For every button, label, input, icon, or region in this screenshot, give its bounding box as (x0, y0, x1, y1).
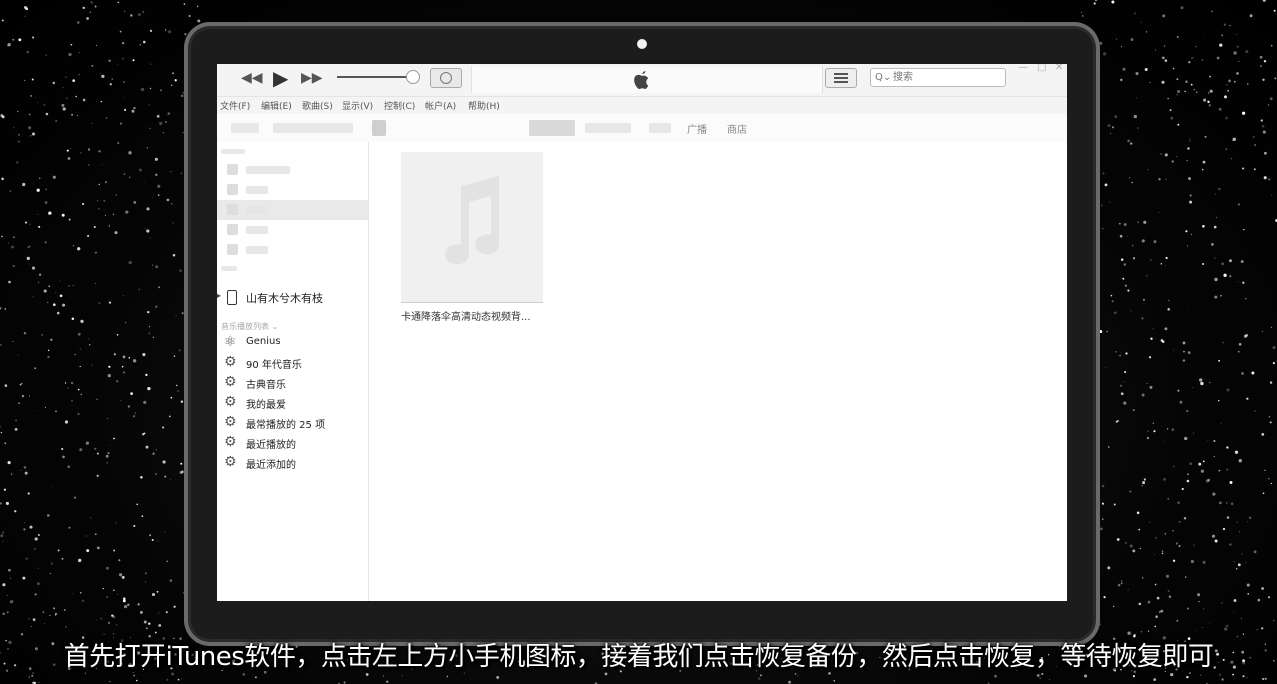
menu-song[interactable]: 歌曲(S) (302, 99, 333, 112)
laptop-frame: ◀◀ ▶ ▶▶ Q⌄ 搜索 — □ ✕ 文件(F) 编辑(E) 歌曲(S) 显示… (184, 22, 1100, 646)
airplay-button[interactable] (430, 68, 462, 88)
sidebar-item-device[interactable]: ▸ 山有木兮木有枝 (217, 288, 368, 308)
gear-icon: ⚙ (224, 374, 237, 390)
volume-slider[interactable] (337, 76, 411, 78)
gear-icon: ⚙ (224, 354, 237, 370)
apple-logo-icon (634, 71, 649, 90)
sidebar-item-favorites[interactable]: ⚙ 我的最爱 (217, 394, 368, 414)
menu-account[interactable]: 帐户(A) (425, 99, 456, 112)
search-field[interactable]: Q⌄ 搜索 (870, 68, 1006, 87)
sidebar-item-genius[interactable]: ⚛ Genius (217, 334, 368, 354)
playlists-section-header[interactable]: 音乐播放列表 ⌄ (221, 321, 278, 332)
menu-file[interactable]: 文件(F) (220, 99, 250, 112)
media-kind-selector[interactable] (273, 123, 353, 133)
sidebar-item-albums[interactable] (217, 200, 368, 220)
artist-icon (227, 184, 238, 195)
sidebar-item-recently-added-playlist[interactable]: ⚙ 最近添加的 (217, 454, 368, 474)
menu-controls[interactable]: 控制(C) (384, 99, 415, 112)
iphone-icon (227, 290, 237, 305)
tab-browse[interactable] (649, 123, 671, 133)
search-icon: Q⌄ (875, 72, 892, 83)
recent-icon (227, 164, 238, 175)
gear-icon: ⚙ (224, 454, 237, 470)
up-next-list-button[interactable] (825, 68, 857, 88)
gear-icon: ⚙ (224, 394, 237, 410)
genre-icon (227, 244, 238, 255)
tab-store[interactable]: 商店 (727, 121, 747, 136)
music-note-icon (227, 224, 238, 235)
webcam (637, 39, 647, 49)
menu-view[interactable]: 显示(V) (342, 99, 373, 112)
gear-icon: ⚙ (224, 434, 237, 450)
navigation-bar: 广播 商店 (217, 114, 1067, 142)
minimize-icon[interactable]: — (1018, 64, 1028, 73)
sidebar-item-recently-played[interactable]: ⚙ 最近播放的 (217, 434, 368, 454)
close-icon[interactable]: ✕ (1055, 64, 1063, 73)
maximize-icon[interactable]: □ (1037, 64, 1046, 73)
sidebar-item-recently-added[interactable] (217, 160, 368, 180)
airplay-icon (440, 72, 452, 84)
volume-knob[interactable] (406, 70, 420, 84)
disclosure-arrow-icon[interactable]: ▸ (217, 291, 221, 300)
next-track-button[interactable]: ▶▶ (301, 70, 323, 86)
sidebar-item-songs[interactable] (217, 220, 368, 240)
sidebar-item-90s-music[interactable]: ⚙ 90 年代音乐 (217, 354, 368, 374)
play-button[interactable]: ▶ (273, 67, 288, 89)
device-name: 山有木兮木有枝 (246, 292, 323, 305)
album-title[interactable]: 卡通降落伞高清动态视频背... (401, 308, 531, 323)
genius-atom-icon: ⚛ (224, 334, 237, 350)
album-icon (227, 204, 238, 215)
menu-edit[interactable]: 编辑(E) (261, 99, 292, 112)
tab-for-you[interactable] (585, 123, 631, 133)
itunes-window: ◀◀ ▶ ▶▶ Q⌄ 搜索 — □ ✕ 文件(F) 编辑(E) 歌曲(S) 显示… (217, 64, 1067, 601)
list-icon (834, 73, 848, 75)
sidebar-item-genres[interactable] (217, 240, 368, 260)
gear-icon: ⚙ (224, 414, 237, 430)
player-toolbar: ◀◀ ▶ ▶▶ Q⌄ 搜索 — □ ✕ (217, 64, 1067, 96)
video-subtitle: 首先打开iTunes软件，点击左上方小手机图标，接着我们点击恢复备份，然后点击恢… (63, 642, 1214, 672)
album-artwork[interactable] (401, 152, 543, 303)
tab-library[interactable] (529, 120, 575, 136)
menu-bar: 文件(F) 编辑(E) 歌曲(S) 显示(V) 控制(C) 帐户(A) 帮助(H… (217, 96, 1067, 115)
music-note-icon (445, 176, 500, 265)
sidebar-item-top-25[interactable]: ⚙ 最常播放的 25 项 (217, 414, 368, 434)
sidebar-item-classical[interactable]: ⚙ 古典音乐 (217, 374, 368, 394)
device-icon[interactable] (372, 120, 386, 136)
previous-track-button[interactable]: ◀◀ (241, 70, 263, 86)
menu-help[interactable]: 帮助(H) (468, 99, 500, 112)
sidebar: ▸ 山有木兮木有枝 音乐播放列表 ⌄ ⚛ Genius ⚙ 90 年代音乐 ⚙ … (217, 142, 369, 601)
tab-radio[interactable]: 广播 (687, 121, 707, 136)
devices-section-header (221, 266, 237, 271)
library-section-header (221, 149, 245, 154)
back-forward-buttons[interactable] (231, 123, 259, 133)
search-input[interactable]: 搜索 (893, 69, 913, 86)
sidebar-item-artists[interactable] (217, 180, 368, 200)
